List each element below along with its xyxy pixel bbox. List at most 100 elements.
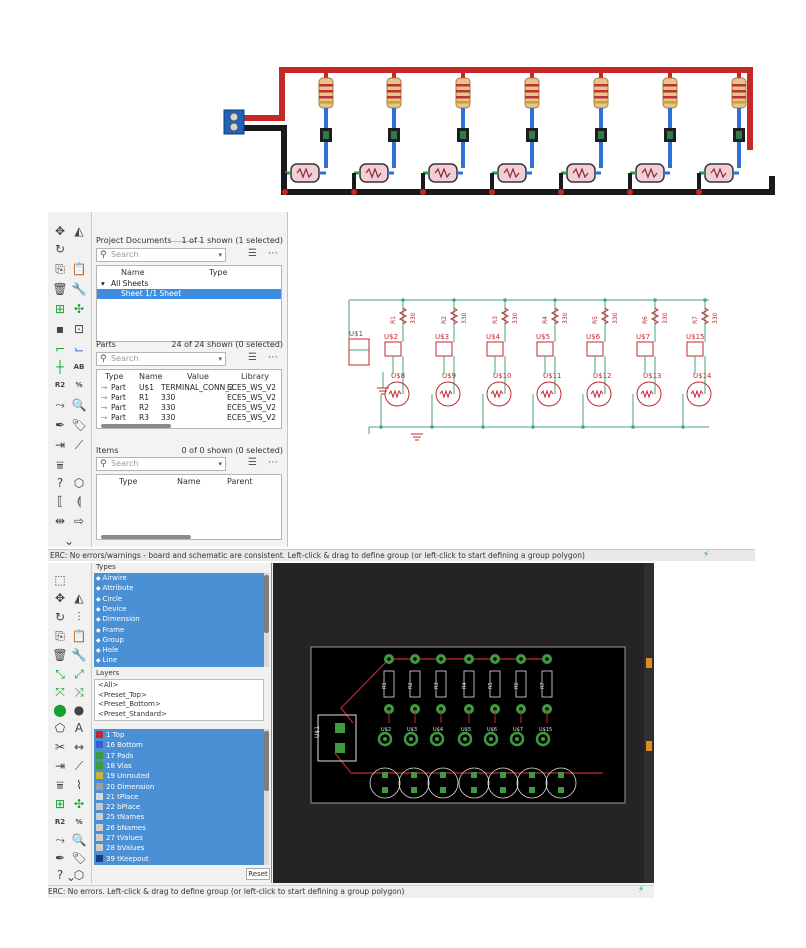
- frame-icon[interactable]: ⟦: [51, 492, 69, 510]
- led-pad[interactable]: [382, 787, 388, 793]
- rotate-icon[interactable]: ↻: [51, 608, 69, 626]
- terminal-pad[interactable]: [335, 743, 345, 753]
- measure-icon[interactable]: ↔: [70, 738, 88, 756]
- layer-item[interactable]: 18 Vias: [96, 761, 132, 771]
- type-item[interactable]: ◆ Device: [96, 604, 126, 614]
- column-header-name[interactable]: Name: [177, 477, 201, 486]
- invoke-icon[interactable]: ⊡: [70, 320, 88, 338]
- search-zoom-icon[interactable]: 🔍: [70, 396, 88, 414]
- led-symbol[interactable]: [636, 381, 662, 407]
- led-pad[interactable]: [500, 772, 506, 778]
- reset-button[interactable]: Reset: [246, 868, 270, 880]
- smash-icon[interactable]: ✒: [51, 849, 69, 867]
- parts-search[interactable]: ⚲ Search ▾: [96, 352, 226, 366]
- zoom-select-icon[interactable]: ⬚: [51, 571, 69, 589]
- column-header-name[interactable]: Name: [139, 372, 163, 381]
- attribute-icon[interactable]: ?: [51, 474, 69, 492]
- layer-item[interactable]: 22 bPlace: [96, 802, 140, 812]
- column-header-type[interactable]: Type: [119, 477, 137, 486]
- layer-item[interactable]: 25 tNames: [96, 812, 144, 822]
- layer-item[interactable]: 28 bValues: [96, 843, 144, 853]
- preset-item[interactable]: <Preset_Bottom>: [98, 700, 161, 708]
- dimension-icon[interactable]: ⇹: [51, 512, 69, 530]
- project-documents-search[interactable]: ⚲ Search ▾: [96, 248, 226, 262]
- side-panel-tabs[interactable]: [644, 563, 654, 883]
- led-symbol[interactable]: [536, 381, 562, 407]
- split-part-icon[interactable]: ⤳: [51, 831, 69, 849]
- led-pad[interactable]: [558, 772, 564, 778]
- led-pad[interactable]: [471, 787, 477, 793]
- type-item[interactable]: ◆ Group: [96, 635, 124, 645]
- wrench-icon[interactable]: 🔧: [70, 280, 88, 298]
- board-canvas[interactable]: U$1R1U$2R2U$3R3U$4R4U$5R5U$6R6U$7R7U$15: [273, 563, 644, 883]
- polygon-icon[interactable]: ⬡: [70, 474, 88, 492]
- led-symbol[interactable]: [435, 381, 461, 407]
- switch-symbol[interactable]: [686, 341, 704, 357]
- replace-icon[interactable]: ✣: [70, 300, 88, 318]
- schematic-canvas[interactable]: U$1 R1 330 U$2 U$8 R2 330 U$3 U$9 R3 330 U$4 U$10 R4 3…: [289, 212, 755, 547]
- delete-icon[interactable]: 🗑: [51, 646, 69, 664]
- paste-icon[interactable]: 📋: [70, 627, 88, 645]
- ripup-icon[interactable]: ⤢: [70, 665, 88, 683]
- terminal-pad[interactable]: [335, 723, 345, 733]
- type-item[interactable]: ◆ Line: [96, 655, 117, 665]
- led-pad[interactable]: [382, 772, 388, 778]
- name-icon[interactable]: R2: [51, 813, 69, 831]
- gate-swap-icon[interactable]: ▪: [51, 320, 69, 338]
- value-icon[interactable]: %: [70, 813, 88, 831]
- pin-swap-icon[interactable]: ⇥: [51, 436, 69, 454]
- align-icon[interactable]: ⫶: [70, 608, 88, 626]
- switch-symbol[interactable]: [586, 341, 604, 357]
- split-icon[interactable]: ⤳: [51, 396, 69, 414]
- chevron-down-icon[interactable]: ▾: [218, 249, 222, 261]
- layer-item[interactable]: 21 tPlace: [96, 792, 139, 802]
- led-symbol[interactable]: [384, 381, 410, 407]
- expand-arrow-icon[interactable]: ▾: [101, 279, 105, 289]
- horizontal-scrollbar[interactable]: [101, 535, 191, 539]
- layer-item[interactable]: 17 Pads: [96, 751, 133, 761]
- autoroute-icon[interactable]: ⤨: [70, 683, 88, 701]
- preset-item[interactable]: <Preset_Top>: [98, 691, 147, 699]
- pin-swap-icon[interactable]: ⇥: [51, 757, 69, 775]
- delete-icon[interactable]: 🗑: [51, 280, 69, 298]
- net-icon[interactable]: ⌙: [70, 340, 88, 358]
- rotate-icon[interactable]: ↻: [51, 240, 69, 258]
- split-icon[interactable]: ✂: [51, 738, 69, 756]
- layer-item[interactable]: 39 tKeepout: [96, 854, 149, 864]
- column-header-name[interactable]: Name: [121, 268, 145, 277]
- items-search[interactable]: ⚲ Search ▾: [96, 457, 226, 471]
- route-icon[interactable]: ⤡: [51, 665, 69, 683]
- layer-item[interactable]: 26 bNames: [96, 823, 146, 833]
- layers-scrollbar[interactable]: [264, 729, 269, 865]
- table-row[interactable]: ⊸ Part R3 330 ECE5_WS_V2: [97, 413, 281, 423]
- more-icon[interactable]: ⋯: [268, 457, 278, 468]
- switch-symbol[interactable]: [435, 341, 453, 357]
- export-icon[interactable]: ⇨: [70, 512, 88, 530]
- type-item[interactable]: ◆ Hole: [96, 645, 118, 655]
- bus-icon[interactable]: ⩸: [51, 456, 69, 474]
- column-header-parent[interactable]: Parent: [227, 477, 253, 486]
- copy-icon[interactable]: ⎘: [51, 260, 69, 278]
- chevron-down-icon[interactable]: ▾: [218, 458, 222, 470]
- value-icon[interactable]: %: [70, 376, 88, 394]
- mirror-icon[interactable]: ◭: [70, 589, 88, 607]
- board-outline[interactable]: [310, 646, 626, 804]
- type-item[interactable]: ◆ Circle: [96, 594, 122, 604]
- type-item[interactable]: ◆ Dimension: [96, 614, 140, 624]
- bus-icon[interactable]: ⩸: [51, 776, 69, 794]
- led-symbol[interactable]: [486, 381, 512, 407]
- column-header-type[interactable]: Type: [209, 268, 227, 277]
- preset-item[interactable]: <All>: [98, 681, 118, 689]
- led-pad[interactable]: [558, 787, 564, 793]
- layer-item[interactable]: 16 Bottom: [96, 740, 143, 750]
- mirror-icon[interactable]: ◭: [70, 222, 88, 240]
- expand-icon[interactable]: ⌄: [62, 868, 80, 886]
- meander-icon[interactable]: ⌇: [70, 776, 88, 794]
- replace-icon[interactable]: ✣: [70, 795, 88, 813]
- wire-icon[interactable]: ⌐: [51, 340, 69, 358]
- list-view-icon[interactable]: ☰: [248, 457, 257, 468]
- chevron-down-icon[interactable]: ▾: [218, 353, 222, 365]
- arc-icon[interactable]: ⟬: [70, 492, 88, 510]
- copy-icon[interactable]: ⎘: [51, 627, 69, 645]
- search-zoom-icon[interactable]: 🔍: [70, 831, 88, 849]
